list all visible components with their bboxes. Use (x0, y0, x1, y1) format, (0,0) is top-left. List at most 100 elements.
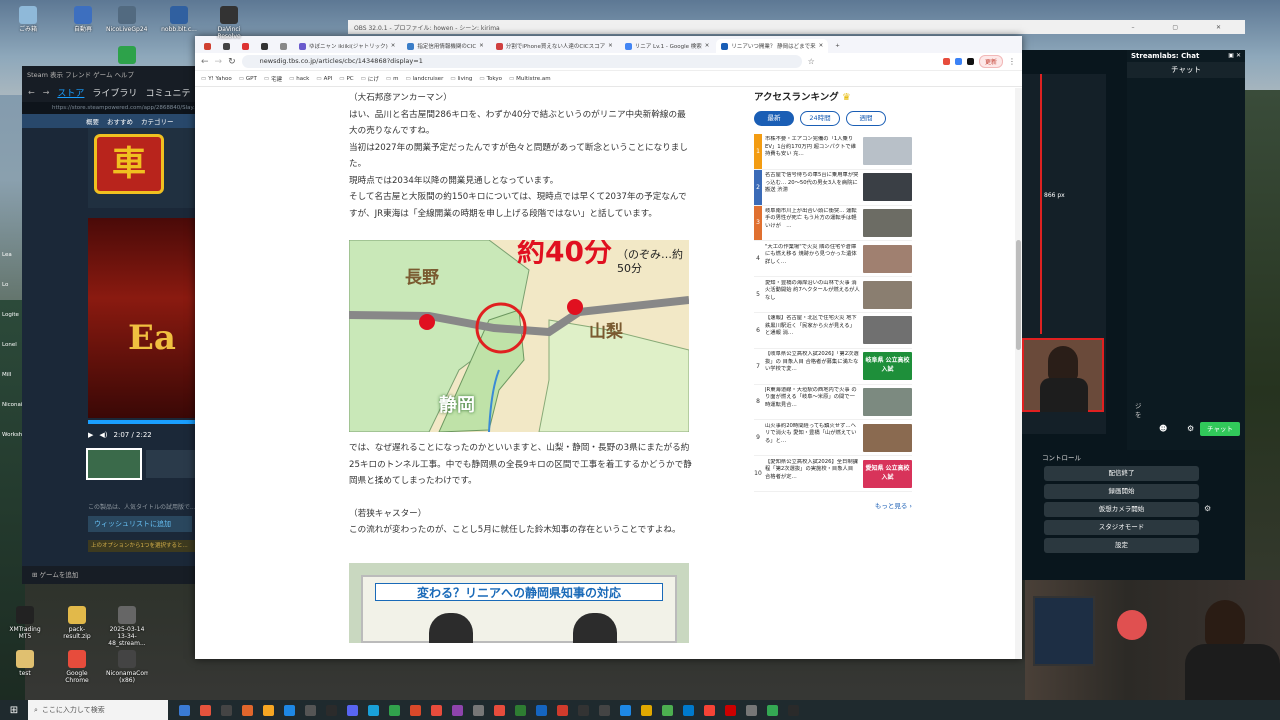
streamlabs-title-bar[interactable]: Streamlabs: Chat ▣ ✕ (1127, 50, 1245, 62)
taskbar-app-icon[interactable] (221, 704, 232, 716)
tab-strip[interactable]: ゆぼニャン ikiiki(ジャトリック) ✕ 指定信用情報機関のCIC ✕ 分割でiPh… (195, 36, 1022, 53)
emote-icon[interactable]: ☻ (1159, 424, 1167, 433)
menu-icon[interactable]: ⋮ (1008, 57, 1016, 66)
browser-tab[interactable] (275, 39, 292, 53)
settings-icon[interactable]: ⚙ (1187, 424, 1194, 433)
steam-tab-library[interactable]: ライブラリ (92, 86, 137, 99)
desktop-icon[interactable]: DaVinci Resolve (208, 6, 250, 40)
stop-streaming-button[interactable]: 配信終了 (1044, 466, 1199, 481)
more-link[interactable]: もっと見る › (754, 500, 912, 510)
windows-start-icon[interactable]: ⊞ (0, 700, 28, 720)
steam-window[interactable]: Steam 表示 フレンド ゲーム ヘルプ ← → ストア ライブラリ コミュニ… (22, 66, 196, 584)
taskbar-app-icon[interactable] (767, 704, 778, 716)
taskbar-app-icon[interactable] (389, 704, 400, 716)
taskbar-app-icon[interactable] (326, 704, 337, 716)
ranking-item[interactable]: 3 岐阜南市川上が出合い頭に衝突… 運転手の男性が死亡 もう片方の運転手は軽いけが… (754, 205, 912, 242)
streamlabs-panel[interactable]: Streamlabs: Chat ▣ ✕ チャット ジ を ☻ ⚙ チャット 8… (1022, 50, 1245, 580)
bookmark-item[interactable]: ▭ 宅建 (264, 75, 282, 83)
desktop-icon[interactable]: Google Chrome (56, 650, 98, 684)
obs-title-bar[interactable]: OBS 32.0.1 - プロファイル: howen - シーン: kirima… (348, 20, 1245, 34)
taskbar-app-icon[interactable] (284, 704, 295, 716)
star-icon[interactable]: ☆ (808, 57, 815, 66)
bookmark-item[interactable]: ▭ living (450, 76, 472, 82)
desktop-icon[interactable]: ごみ箱 (7, 6, 49, 33)
desktop-icon[interactable]: test (4, 650, 46, 677)
ranking-item[interactable]: 8 JR東海道線・大垣駅の西地内で火事 のり面が燃える「岐阜～米原」の間で一時運転… (754, 384, 912, 421)
desktop-icon[interactable]: 自動再 (62, 6, 104, 33)
ranking-item[interactable]: 2 名古屋で信号待ちの車5台に乗用車が突っ込む… 20～50代の男女3人を病院に搬… (754, 169, 912, 206)
taskbar-app-icon[interactable] (494, 704, 505, 716)
ranking-tab-latest[interactable]: 最新 (754, 111, 794, 126)
bookmark-item[interactable]: ▭ hack (289, 76, 309, 82)
bookmark-item[interactable]: ▭ GPT (239, 76, 257, 82)
new-tab-icon[interactable]: + (830, 39, 845, 53)
steam-subnav[interactable]: 概要 おすすめ カテゴリー (22, 114, 196, 128)
url-field[interactable]: newsdig.tbs.co.jp/articles/cbc/1434868?d… (241, 55, 802, 68)
forward-icon[interactable]: → (43, 88, 50, 97)
ranking-tabs[interactable]: 最新 24時間 週間 (754, 111, 912, 126)
virtual-camera-settings-icon[interactable]: ⚙ (1204, 504, 1211, 513)
taskbar-app-icon[interactable] (662, 704, 673, 716)
taskbar-app-icon[interactable] (557, 704, 568, 716)
tab-close-icon[interactable]: ✕ (391, 43, 396, 49)
back-icon[interactable]: ← (28, 88, 35, 97)
steam-tab-community[interactable]: コミュニテ (145, 86, 190, 99)
taskbar-app-icon[interactable] (263, 704, 274, 716)
desktop-icon[interactable]: NicoLiveGp24... (106, 6, 148, 33)
thumbnail-2[interactable] (146, 450, 196, 478)
taskbar-app-icon[interactable] (473, 704, 484, 716)
taskbar-app-icon[interactable] (536, 704, 547, 716)
taskbar-app-icon[interactable] (200, 704, 211, 716)
taskbar-search[interactable]: ⌕ ここに入力して検索 (28, 700, 168, 720)
webcam-source[interactable] (1022, 338, 1104, 412)
browser-window[interactable]: ゆぼニャン ikiiki(ジャトリック) ✕ 指定信用情報機関のCIC ✕ 分割でiPh… (195, 36, 1022, 659)
taskbar-app-icon[interactable] (410, 704, 421, 716)
ranking-tab-week[interactable]: 週間 (846, 111, 886, 126)
bookmark-item[interactable]: ▭ Tokyo (479, 76, 502, 82)
taskbar-app-icon[interactable] (515, 704, 526, 716)
steam-sub-recommend[interactable]: おすすめ (107, 116, 133, 126)
taskbar-app-icon[interactable] (242, 704, 253, 716)
chat-tab[interactable]: チャット (1127, 62, 1245, 78)
taskbar-app-icon[interactable] (683, 704, 694, 716)
ranking-list[interactable]: 1 市株不要・エアコン完備の「1人乗りEV」1台約170万円 超コンパクトで維持費… (754, 134, 912, 492)
tab-close-icon[interactable]: ✕ (819, 43, 824, 49)
obs-controls-dock[interactable]: コントロール 配信終了 録画開始 仮想カメラ開始 ⚙ スタジオモード 設定 (1022, 450, 1245, 580)
start-recording-button[interactable]: 録画開始 (1044, 484, 1199, 499)
ranking-item[interactable]: 10 【愛知県公立高校入試2026】全日制課程「第2次選抜」の実施校・目象人目 合… (754, 456, 912, 492)
bookmark-item[interactable]: ▭ m (386, 76, 399, 82)
studio-mode-button[interactable]: スタジオモード (1044, 520, 1199, 535)
taskbar-app-icon[interactable] (431, 704, 442, 716)
ranking-item[interactable]: 6 【速報】名古屋・北区で住宅火災 地下鉄黒川駅近く「民家から火が見える」と通報 … (754, 312, 912, 349)
tab-close-icon[interactable]: ✕ (608, 43, 613, 49)
page-scrollbar[interactable] (1015, 88, 1022, 659)
ranking-tab-24h[interactable]: 24時間 (800, 111, 840, 126)
taskbar-app-icon[interactable] (368, 704, 379, 716)
wishlist-button[interactable]: ウィッシュリストに追加 (88, 516, 192, 532)
bookmark-item[interactable]: ▭ landcruiser (405, 76, 443, 82)
bookmark-bar[interactable]: ▭ Y! Yahoo ▭ GPT ▭ 宅建 ▭ hack ▭ API ▭ PC ▭ にげ ▭ m ▭ landcr… (195, 71, 1022, 87)
bookmark-item[interactable]: ▭ PC (339, 76, 353, 82)
scroll-thumb[interactable] (1016, 240, 1021, 350)
taskbar-app-icon[interactable] (704, 704, 715, 716)
obs-window-controls[interactable]: – ▢ ✕ (1131, 24, 1245, 31)
browser-tab[interactable] (218, 39, 235, 53)
steam-sub-overview[interactable]: 概要 (86, 116, 99, 126)
taskbar-app-icon[interactable] (620, 704, 631, 716)
desktop-icon[interactable]: nobb.blt.c... (158, 6, 200, 33)
taskbar-app-icon[interactable] (746, 704, 757, 716)
taskbar-app-icon[interactable] (305, 704, 316, 716)
browser-tab[interactable]: リニア Lv.1 - Google 検索 ✕ (620, 39, 715, 53)
dock-controls-icon[interactable]: ▣ ✕ (1228, 50, 1245, 62)
taskbar[interactable]: ⊞ ⌕ ここに入力して検索 (0, 700, 1280, 720)
taskbar-app-icon[interactable] (599, 704, 610, 716)
ranking-item[interactable]: 1 市株不要・エアコン完備の「1人乗りEV」1台約170万円 超コンパクトで維持費… (754, 134, 912, 170)
desktop-icon[interactable]: NiconamaCom... (x86) (106, 650, 148, 684)
obs-preview-area[interactable]: 866 px (1022, 74, 1106, 434)
bookmark-item[interactable]: ▭ Multistre.am (509, 76, 551, 82)
taskbar-app-icon[interactable] (452, 704, 463, 716)
taskbar-app-icon[interactable] (641, 704, 652, 716)
bookmark-item[interactable]: ▭ API (316, 76, 332, 82)
forward-icon[interactable]: → (215, 57, 223, 67)
ranking-item[interactable]: 5 愛知・豊橋の海岸沿いの山林で火事 消火活動開始 約7ヘクタールが燃えるが人なし (754, 277, 912, 313)
